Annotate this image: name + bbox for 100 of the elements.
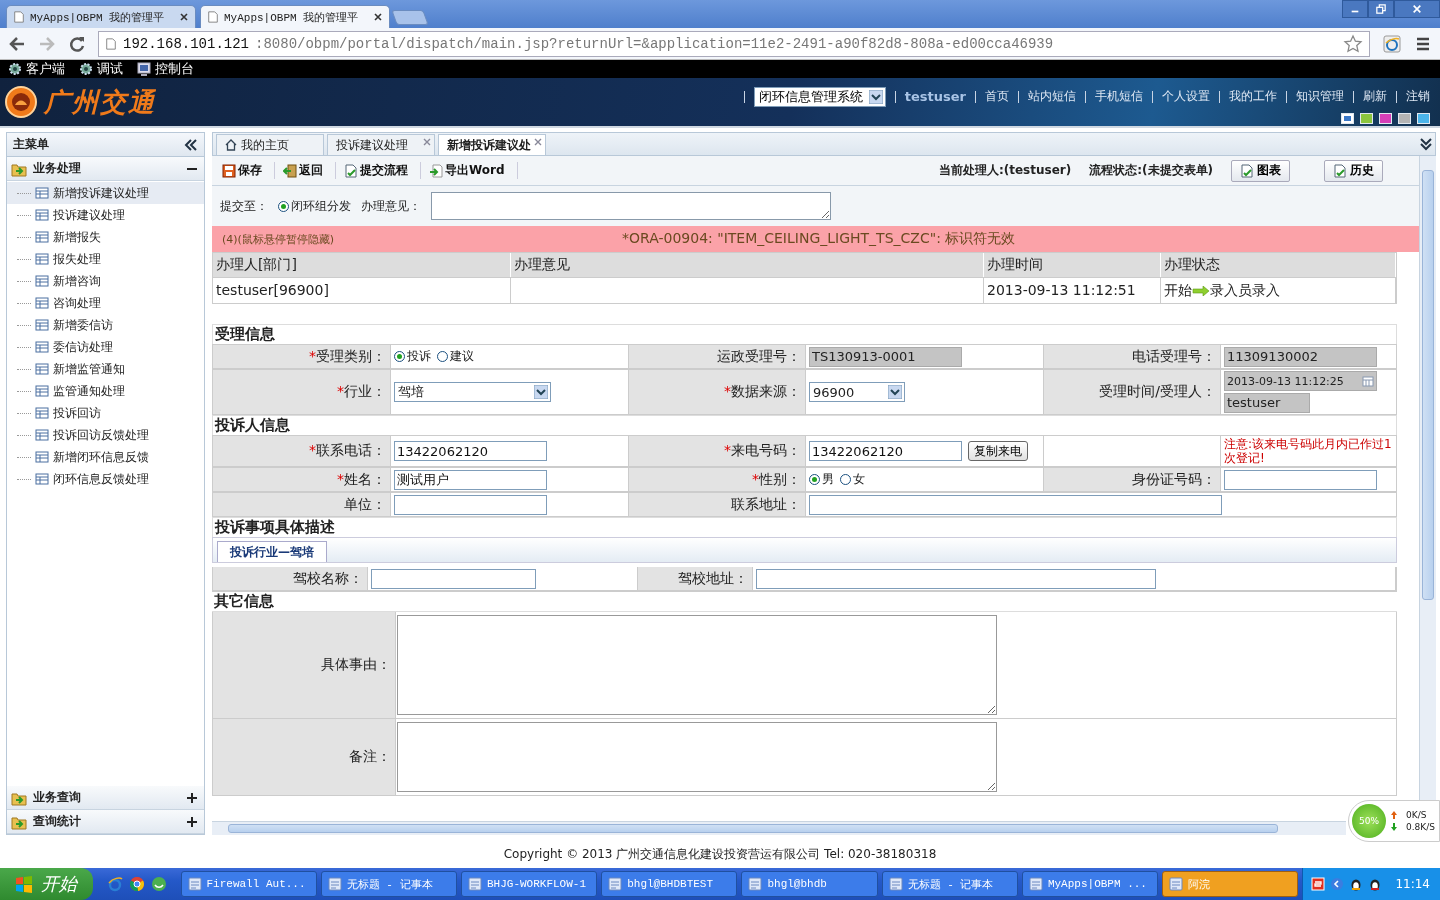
text-field[interactable]: 13422062120 [809,441,962,461]
sidebar-item[interactable]: 报失处理 [7,248,204,270]
horizontal-scrollbar[interactable] [212,821,1346,835]
sidebar-item[interactable]: 投诉建议处理 [7,204,204,226]
sidebar-item[interactable]: 投诉回访反馈处理 [7,424,204,446]
browser-tab[interactable]: MyApps|OBPM 我的管理平 [6,5,196,28]
toolbar-button[interactable]: 提交流程 [340,162,421,179]
tray-icon[interactable] [1330,877,1345,891]
gear-icon [8,62,22,76]
sidebar-item[interactable]: 监管通知处理 [7,380,204,402]
sub-tab[interactable]: 投诉行业—驾培 [217,541,327,562]
theme-swatch[interactable] [1360,112,1373,124]
nav-link[interactable]: 个人设置 [1162,88,1210,105]
radio-option[interactable]: 建议 [437,348,474,365]
toolbar-button[interactable]: 图表 [1231,159,1290,182]
radio-option[interactable]: 投诉 [394,348,431,365]
minimize-button[interactable] [1342,0,1368,18]
new-tab-button[interactable] [391,10,429,25]
page-tab[interactable]: 我的主页 [216,134,324,155]
caret-icon [888,385,902,399]
sidebar-item[interactable]: 新增闭环信息反馈 [7,446,204,468]
start-button[interactable]: 开始 [0,868,93,900]
tray-icon[interactable] [1311,877,1326,891]
close-icon[interactable] [179,12,189,22]
sidebar-item[interactable]: 新增投诉建议处理 [7,182,204,204]
text-field[interactable] [1224,469,1377,490]
date-field[interactable]: 2013-09-13 11:12:25 [1224,371,1377,391]
radio-option[interactable]: 男 [809,471,834,488]
star-icon[interactable] [1343,33,1363,54]
text-field[interactable]: 测试用户 [394,469,547,490]
restore-button[interactable] [1368,0,1394,18]
smiley-icon[interactable] [150,876,167,892]
nav-link[interactable]: 首页 [985,88,1009,105]
expand-icon[interactable] [1419,137,1433,151]
taskbar-task[interactable]: 无标题 - 记事本 [881,871,1018,897]
close-button[interactable] [1394,0,1440,18]
url-field[interactable]: 192.168.101.121 :8080/obpm/portal/dispatch/main.jsp?returnUrl=&application=11e2-2491-a90f82d8-808a-ed00cca46939 [98,30,1370,57]
theme-swatch[interactable] [1398,112,1411,124]
nav-link[interactable]: 注销 [1406,88,1430,105]
table-icon [35,340,49,354]
text-area[interactable] [397,722,997,792]
copy-button[interactable]: 复制来电 [968,441,1028,461]
taskbar-task[interactable]: 无标题 - 记事本 [320,871,457,897]
text-field[interactable] [756,568,1156,589]
sidebar-item[interactable]: 新增委信访 [7,314,204,336]
status-to: 录入员录入 [1210,281,1280,300]
toolbar-button[interactable]: 导出Word [425,162,518,179]
sidebar-item[interactable]: 闭环信息反馈处理 [7,468,204,490]
theme-swatch[interactable] [1379,112,1392,124]
text-field[interactable] [371,568,536,589]
nav-link[interactable]: 知识管理 [1296,88,1344,105]
close-icon[interactable] [373,12,383,22]
dropdown[interactable]: 96900 [809,382,905,402]
sidebar-item[interactable]: 新增报失 [7,226,204,248]
text-field[interactable]: 13422062120 [394,441,547,461]
toolbar-item[interactable]: 控制台 [137,60,194,78]
radio-option[interactable]: 闭环组分发 [278,197,351,215]
collapse-icon[interactable] [184,137,198,152]
gear-icon [79,62,93,76]
opinion-field[interactable] [431,192,831,220]
field-label: 单位： [344,495,386,514]
back-icon[interactable] [8,34,26,53]
dropdown[interactable]: 驾培 [394,382,551,402]
nav-link[interactable]: 刷新 [1363,88,1387,105]
taskbar-task[interactable]: bhgl@bhdb [741,871,878,897]
sidebar-item[interactable]: 委信访处理 [7,336,204,358]
toolbar-button[interactable]: 返回 [279,162,336,179]
browser-icon[interactable] [106,876,123,892]
taskbar-task[interactable]: bhgl@BHDBTEST [601,871,738,897]
text-area[interactable] [397,615,997,715]
toolbar-item[interactable]: 客户端 [8,60,65,78]
sidebar-item[interactable]: 咨询处理 [7,292,204,314]
taskbar-task[interactable]: Firewall Aut... [180,871,317,897]
sidebar-item[interactable]: 新增咨询 [7,270,204,292]
page-tab[interactable]: 投诉建议处理 [327,134,435,155]
nav-link[interactable]: 我的工作 [1229,88,1277,105]
nav-link[interactable]: 手机短信 [1095,88,1143,105]
theme-swatch[interactable] [1417,112,1430,124]
browser-icon[interactable] [128,876,145,892]
calendar-icon[interactable] [1362,375,1374,387]
sidebar-section[interactable]: 业务处理 [7,157,204,181]
sidebar-section[interactable]: 查询统计 [7,810,204,834]
text-field[interactable] [394,494,547,515]
nav-link[interactable]: 站内短信 [1028,88,1076,105]
extension-icon[interactable] [1382,33,1402,54]
reload-icon[interactable] [68,34,86,53]
sidebar-section[interactable]: 业务查询 [7,786,204,810]
theme-swatch[interactable] [1341,112,1354,124]
toolbar-item[interactable]: 调试 [79,60,123,78]
browser-tab[interactable]: MyApps|OBPM 我的管理平 [200,5,390,28]
page-tab[interactable]: 新增投诉建议处 [438,134,546,155]
toolbar-button[interactable]: 保存 [218,162,275,179]
radio-option[interactable]: 女 [840,471,865,488]
system-select[interactable]: 闭环信息管理系统 [753,86,886,107]
taskbar-task[interactable]: MyApps|OBPM ... [1021,871,1159,897]
sidebar-item[interactable]: 新增监管通知 [7,358,204,380]
text-field[interactable] [809,494,1222,515]
taskbar-task[interactable]: BHJG-WORKFLOW-1 [461,871,598,897]
toolbar-button[interactable]: 历史 [1324,159,1383,182]
sidebar-item[interactable]: 投诉回访 [7,402,204,424]
